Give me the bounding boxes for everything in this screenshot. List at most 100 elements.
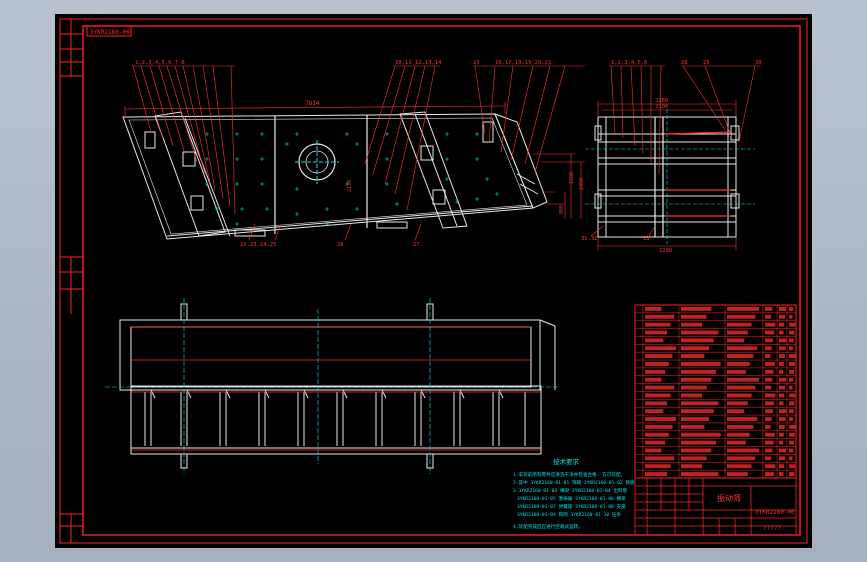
tech-req-line: 4.装配完成后应进行空载试运转。	[513, 523, 583, 530]
parts-list-cell-mark	[681, 377, 712, 382]
parts-list-cell-mark	[727, 448, 760, 453]
parts-list-cell-mark	[765, 464, 776, 469]
parts-list-cell-mark	[727, 330, 748, 335]
svg-text:1680: 1680	[569, 172, 575, 184]
parts-list-cell-mark	[789, 432, 795, 437]
parts-list-cell-mark	[779, 432, 784, 437]
cad-drawing-canvas: 3YKR2160-00 1,2,3,4,5,6 7 8 10,11 12,13,…	[59, 18, 808, 544]
parts-list-cell-mark	[779, 369, 783, 374]
parts-list-cell-mark	[789, 393, 796, 398]
parts-list-cell-mark	[727, 424, 754, 429]
parts-list-cell-mark	[727, 314, 756, 319]
side-view-red-rails	[664, 131, 732, 217]
svg-text:2130: 2130	[347, 180, 353, 192]
side-view-centerlines	[585, 109, 755, 244]
svg-text:1,2,3,4,5,6 7 8: 1,2,3,4,5,6 7 8	[135, 60, 185, 66]
parts-list-cell-mark	[645, 385, 675, 390]
parts-list-cell-mark	[765, 338, 773, 343]
parts-list-cell-mark	[779, 440, 783, 445]
svg-text:33: 33	[643, 236, 650, 242]
technical-requirements: 技术要求 1.安装前所有零件应清洗干净并检查合格, 方可装配。 2.其中 3YK…	[513, 457, 635, 530]
parts-list-cell-mark	[681, 322, 702, 327]
parts-list-cell-mark	[645, 322, 671, 327]
parts-list-cell-mark	[789, 377, 794, 382]
parts-list-cell-mark	[779, 362, 784, 366]
parts-list-cell-mark	[789, 424, 796, 429]
parts-list-cell-mark	[789, 417, 793, 421]
parts-list-cell-mark	[681, 369, 716, 374]
svg-text:2350: 2350	[579, 178, 585, 190]
parts-list-cell-mark	[779, 338, 787, 343]
parts-list-cell-mark	[645, 354, 673, 359]
parts-list-cell-mark	[645, 393, 671, 398]
parts-list-cell-mark	[727, 417, 758, 421]
parts-list-cell-mark	[727, 307, 760, 311]
svg-text:22,23,24,25: 22,23,24,25	[240, 242, 276, 248]
title-block-name: 振动筛	[717, 493, 741, 503]
parts-list-cell-mark	[765, 432, 775, 437]
rotated-code-text: 3YKR2160-00	[90, 29, 130, 36]
tech-req-line: 3YKR2160-01-09 筛网 3YKR2160-01-10 压条	[517, 511, 622, 518]
parts-list-cell-mark	[789, 448, 794, 453]
bottom-width-dim: 2280	[659, 248, 672, 254]
parts-list-cell-mark	[789, 369, 795, 374]
parts-list-cell-mark	[645, 362, 669, 366]
parts-list-cell-mark	[727, 362, 750, 366]
parts-list-cell-mark	[645, 456, 675, 461]
parts-list-cell-mark	[645, 448, 662, 453]
plan-view-red-lines	[131, 326, 541, 451]
parts-list-cell-mark	[681, 409, 714, 414]
svg-text:26: 26	[337, 242, 344, 248]
cad-drawing-viewport[interactable]: 3YKR2160-00 1,2,3,4,5,6 7 8 10,11 12,13,…	[55, 14, 812, 548]
tech-req-line: 3YKR2160-01-07 弹簧座 3YKR2160-01-08 支座	[517, 503, 626, 510]
parts-list-cell-mark	[779, 456, 786, 461]
parts-list-cell-mark	[681, 424, 705, 429]
side-view-labels: 1,2,3,4,5,6 28 29 30 2260 2100 2280 31,3…	[581, 60, 762, 254]
parts-list-cell-mark	[779, 472, 784, 476]
parts-list-cell-mark	[789, 385, 793, 390]
parts-list-cell-mark	[789, 362, 795, 366]
parts-list-cell-mark	[765, 369, 774, 374]
parts-list-cell-mark	[789, 322, 796, 327]
parts-list-cell-mark	[681, 354, 705, 359]
title-block-code: 3YKR2160-00	[755, 509, 795, 516]
parts-list-cell-mark	[765, 314, 772, 319]
svg-text:15: 15	[473, 60, 480, 66]
parts-list-cell-mark	[681, 307, 712, 311]
parts-list-cell-mark	[681, 401, 719, 406]
parts-list-cell-mark	[727, 456, 756, 461]
parts-list-cell-mark	[681, 417, 709, 421]
overall-length-dim: 7814	[305, 100, 320, 107]
parts-list-cell-mark	[645, 338, 664, 343]
parts-list-cell-mark	[681, 362, 721, 366]
svg-text:31,32: 31,32	[581, 236, 598, 242]
parts-list-cell-mark	[779, 417, 786, 421]
parts-list-cell-mark	[727, 338, 744, 343]
svg-text:16,17,18,19 20,21: 16,17,18,19 20,21	[495, 60, 551, 66]
parts-list-cell-mark	[789, 464, 796, 469]
rotated-code-box: 3YKR2160-00	[86, 25, 132, 37]
parts-list-cell-mark	[789, 346, 793, 351]
parts-list-cell-mark	[645, 417, 677, 421]
tech-req-line: 3.3YKR2160-01-03 横梁 3YKR2160-01-04 出料唇	[513, 487, 628, 494]
parts-list-cell-mark	[765, 456, 772, 461]
parts-list-cell-mark	[765, 354, 771, 359]
parts-list-cell-mark	[779, 448, 787, 453]
parts-list-cell-mark	[789, 330, 795, 335]
parts-list-cell-mark	[727, 385, 756, 390]
parts-list-cell-mark	[681, 338, 714, 343]
parts-list-cell-mark	[789, 354, 796, 359]
parts-list-cell-mark	[779, 424, 785, 429]
parts-list-cell-mark	[727, 432, 750, 437]
parts-list-cell-mark	[765, 322, 776, 327]
parts-list-cell-mark	[789, 440, 795, 445]
tech-req-line: 1.安装前所有零件应清洗干净并检查合格, 方可装配。	[513, 471, 625, 478]
parts-list-cell-mark	[765, 307, 773, 311]
svg-text:28: 28	[681, 60, 688, 66]
parts-list-cell-mark	[727, 377, 760, 382]
parts-list-cell-mark	[681, 472, 719, 476]
parts-list-cell-mark	[681, 330, 719, 335]
parts-list-cell-mark	[681, 432, 721, 437]
parts-list-cell-mark	[727, 409, 744, 414]
parts-list-cell-mark	[765, 448, 773, 453]
